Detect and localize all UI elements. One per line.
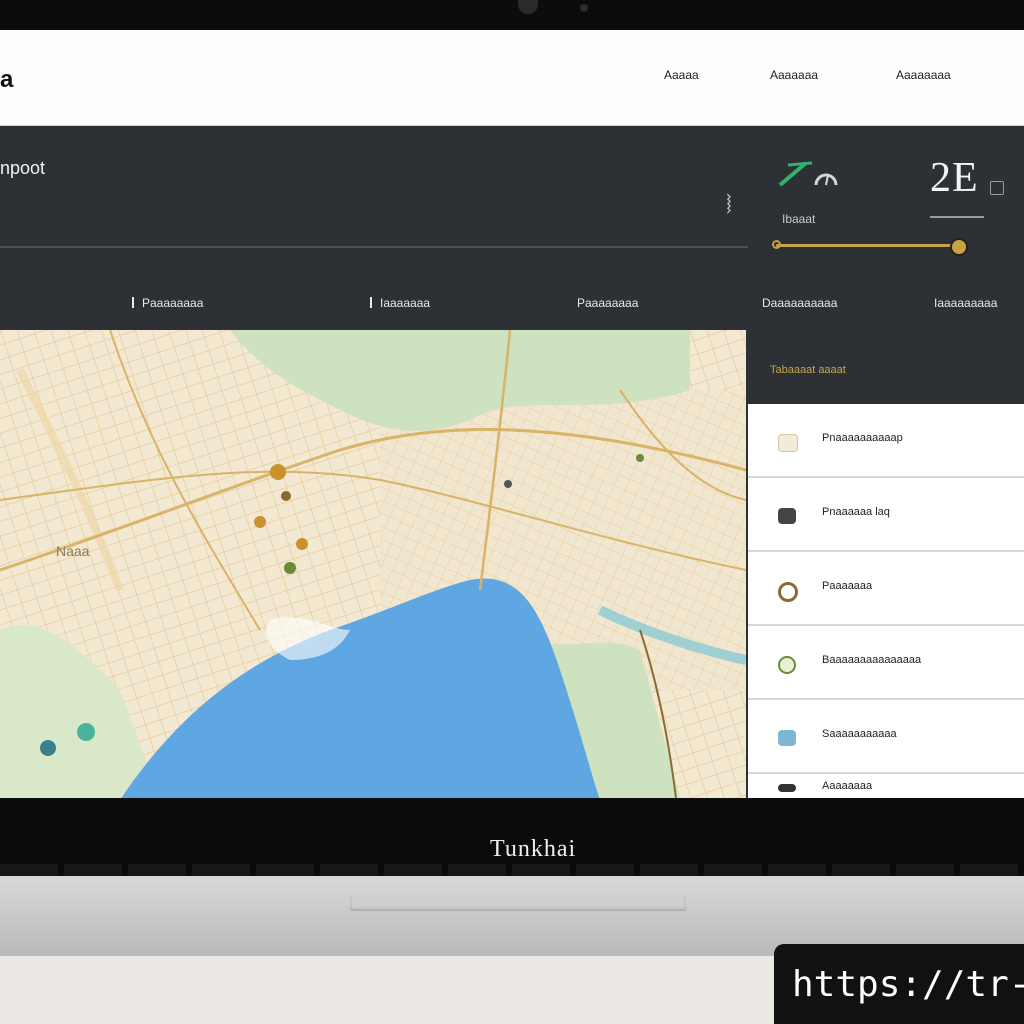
map-marker-icon[interactable] (77, 723, 95, 741)
list-item-label: Saaaaaaaaaaa (822, 728, 897, 740)
map-marker-icon[interactable] (270, 464, 286, 480)
tab-item[interactable]: Daaaaaaaaaa (762, 296, 837, 310)
list-item-label: Paaaaaaa (822, 580, 873, 592)
tab-bar: Paaaaaaaa Iaaaaaaa Paaaaaaaa Daaaaaaaaaa… (0, 282, 1024, 330)
results-header: Tabaaaat aaaat (748, 330, 1024, 404)
list-item[interactable]: Paaaaaaa (748, 554, 1024, 626)
map-marker-icon[interactable] (636, 454, 644, 462)
tab-item[interactable]: Paaaaaaaa (577, 296, 638, 310)
monitor-icon (778, 508, 796, 524)
tab-label: Iaaaaaaaaa (934, 296, 998, 310)
slider-handle[interactable] (949, 238, 968, 256)
top-navigation: a Aaaaa Aaaaaaa Aaaaaaaa (0, 30, 1024, 126)
list-item-label: Pnaaaaaa laq (822, 506, 890, 518)
trackpad-notch (350, 895, 686, 911)
list-item[interactable]: Baaaaaaaaaaaaaaa (748, 628, 1024, 700)
map-marker-icon[interactable] (296, 538, 308, 550)
speedometer-icon (776, 159, 840, 189)
tab-item[interactable]: Iaaaaaaaaa (934, 296, 997, 310)
app-logo[interactable]: a (0, 66, 13, 94)
map-marker-icon[interactable] (40, 740, 56, 756)
message-icon (778, 730, 796, 746)
range-slider[interactable] (772, 238, 968, 256)
screen: a Aaaaa Aaaaaaa Aaaaaaaa npoot ⧘ Ibaaat (0, 30, 1024, 798)
watermark-text: https://tr-so (792, 964, 1024, 1005)
file-icon (778, 784, 796, 792)
tab-marker-icon (132, 297, 134, 308)
map-marker-icon[interactable] (281, 491, 291, 501)
watermark: https://tr-so (774, 944, 1024, 1024)
list-item-label: Aaaaaaaa (822, 780, 873, 792)
chevron-right-icon[interactable]: ⧘ (726, 188, 732, 221)
camera-notch (518, 0, 538, 14)
slider-fill (776, 244, 957, 247)
map-marker-icon[interactable] (254, 516, 266, 528)
image-icon (778, 434, 798, 452)
page-title: npoot (0, 158, 46, 178)
camera-icon (580, 4, 588, 12)
tab-item[interactable]: Paaaaaaaa (132, 296, 203, 310)
divider (0, 246, 748, 248)
list-item[interactable]: Pnaaaaaaaaaap (748, 406, 1024, 478)
laptop-bezel: a Aaaaa Aaaaaaa Aaaaaaaa npoot ⧘ Ibaaat (0, 0, 1024, 806)
stat-value: 2E (930, 155, 979, 201)
map-view[interactable]: Naaa (0, 330, 746, 798)
globe-icon (778, 656, 796, 674)
results-title: Tabaaaat aaaat (770, 364, 846, 376)
results-panel: Tabaaaat aaaat Pnaaaaaaaaaap Pnaaaaaa la… (746, 330, 1024, 798)
tab-marker-icon (370, 297, 372, 308)
list-item-label: Baaaaaaaaaaaaaaa (822, 654, 922, 666)
info-icon (990, 181, 1004, 195)
nav-link[interactable]: Aaaaaaa (770, 68, 818, 82)
map-marker-icon[interactable] (504, 480, 512, 488)
target-icon (778, 582, 798, 602)
tab-label: Iaaaaaaa (380, 296, 431, 310)
tab-item[interactable]: Iaaaaaaa (370, 296, 430, 310)
dashboard-header: npoot ⧘ Ibaaat 2E Paaaaaaaa Iaaaaaaa Paa… (0, 126, 1024, 330)
stat-underline (930, 216, 984, 218)
list-item[interactable]: Aaaaaaaa (748, 776, 1024, 798)
list-item-label: Pnaaaaaaaaaap (822, 432, 903, 444)
map-marker-icon[interactable] (284, 562, 296, 574)
list-item[interactable]: Pnaaaaaa laq (748, 480, 1024, 552)
nav-link[interactable]: Aaaaaaaa (896, 68, 951, 82)
list-item[interactable]: Saaaaaaaaaaa (748, 702, 1024, 774)
tab-label: Daaaaaaaaaa (762, 296, 838, 310)
tab-label: Paaaaaaaa (577, 296, 639, 310)
brand-logo: Tunkhai (490, 836, 577, 862)
map-label: Naaa (56, 543, 90, 559)
nav-link[interactable]: Aaaaa (664, 68, 699, 82)
tab-label: Paaaaaaaa (142, 296, 204, 310)
gauge-caption: Ibaaat (782, 212, 816, 226)
